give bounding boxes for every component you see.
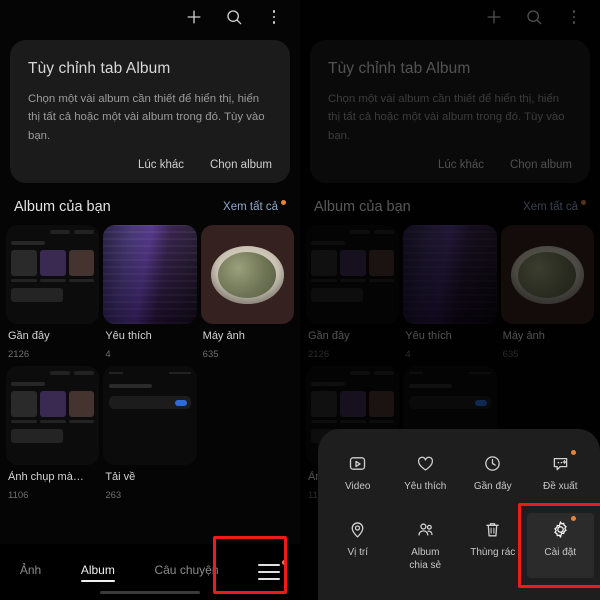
album-name: Gần đây (8, 330, 50, 343)
menu-item-gear[interactable]: Cài đặt (526, 513, 594, 578)
top-action-bar (0, 0, 300, 34)
choose-album-button[interactable]: Chọn album (210, 159, 272, 171)
menu-item-suggest[interactable]: Đề xuất (527, 447, 595, 500)
album-count: 4 (105, 349, 111, 361)
hamburger-menu-icon[interactable] (258, 560, 288, 580)
tab-albums[interactable]: Album (80, 563, 115, 582)
menu-item-heart[interactable]: Yêu thích (392, 447, 460, 500)
album-card[interactable]: Gần đây 2126 (6, 225, 100, 361)
album-name: Yêu thích (105, 330, 152, 343)
tip-card-actions: Lúc khác Chọn album (28, 159, 272, 171)
album-thumbnail (103, 225, 197, 325)
trash-icon (482, 519, 503, 540)
suggest-icon (550, 449, 576, 474)
later-button[interactable]: Lúc khác (138, 159, 184, 171)
menu-item-badge-dot (570, 449, 576, 455)
screenshot-root: Tùy chỉnh tab Album Chọn một vài album c… (0, 0, 600, 600)
album-count: 1106 (8, 490, 29, 502)
album-card[interactable]: Yêu thích 4 (103, 225, 197, 361)
menu-item-label: Yêu thích (404, 480, 447, 492)
album-thumbnail (200, 225, 294, 325)
heart-icon (415, 453, 436, 474)
plus-icon[interactable] (184, 7, 204, 27)
menu-item-label: Thùng rác (470, 547, 516, 558)
home-indicator (100, 591, 200, 594)
menu-item-label: Cài đặt (544, 547, 577, 558)
album-card[interactable]: Ảnh chụp mà… 1106 (6, 366, 100, 502)
tip-card-body: Chọn một vài album cần thiết để hiển thị… (28, 93, 265, 142)
location-icon (347, 519, 368, 540)
video-icon (347, 453, 368, 474)
overflow-menu-icon[interactable] (264, 10, 284, 24)
album-count: 2126 (8, 349, 30, 361)
gear-icon (550, 516, 576, 540)
album-card[interactable]: Máy ảnh 635 (200, 225, 294, 361)
menu-item-clock[interactable]: Gần đây (459, 447, 527, 500)
album-name: Máy ảnh (202, 330, 245, 343)
bottom-tab-bar: Ảnh Album Câu chuyện (0, 544, 300, 600)
menu-item-badge-dot (570, 516, 576, 521)
menu-badge-dot (282, 560, 288, 565)
menu-item-label: Video (345, 480, 371, 492)
menu-item-grid: Video Yêu thích Gần đây Đề xuất Vị trí Album c… (324, 447, 595, 578)
album-count: 635 (202, 349, 219, 361)
album-thumbnail (6, 366, 100, 466)
menu-item-label: Album chia sẻ (409, 547, 442, 571)
menu-item-people[interactable]: Album chia sẻ (392, 513, 460, 578)
album-count: 263 (105, 490, 122, 502)
menu-item-label: Gần đây (473, 480, 512, 492)
album-card[interactable]: Tải về 263 (103, 366, 197, 502)
menu-item-video[interactable]: Video (324, 447, 392, 500)
menu-bottom-sheet: Video Yêu thích Gần đây Đề xuất Vị trí Album c… (318, 428, 600, 600)
people-icon (415, 519, 436, 540)
see-all-link[interactable]: Xem tất cả (223, 200, 286, 214)
album-thumbnail (103, 366, 197, 466)
panel-left-gallery-album-tab: Tùy chỉnh tab Album Chọn một vài album c… (0, 0, 300, 600)
menu-item-trash[interactable]: Thùng rác (459, 513, 527, 578)
section-title: Album của bạn (14, 199, 111, 216)
menu-item-label: Vị trí (347, 547, 369, 558)
menu-item-label: Đề xuất (543, 480, 578, 492)
tab-photos[interactable]: Ảnh (20, 563, 41, 582)
customize-album-tab-card: Tùy chỉnh tab Album Chọn một vài album c… (10, 40, 290, 184)
album-name: Tải về (105, 471, 136, 484)
clock-icon (482, 453, 503, 474)
menu-item-location[interactable]: Vị trí (324, 513, 392, 578)
tip-card-title: Tùy chỉnh tab Album (28, 60, 171, 77)
panel-right-menu-sheet-open: Tùy chỉnh tab Album Chọn một vài album c… (300, 0, 600, 600)
album-thumbnail (6, 225, 100, 325)
new-badge-dot (281, 200, 286, 206)
see-all-label: Xem tất cả (223, 201, 278, 214)
tab-stories[interactable]: Câu chuyện (154, 563, 218, 582)
album-grid: Gần đây 2126 Yêu thích 4 Máy ảnh 635 Ảnh chụp… (0, 225, 300, 501)
album-name: Ảnh chụp mà… (6, 471, 84, 483)
your-albums-section-header: Album của bạn Xem tất cả (0, 183, 300, 225)
search-icon[interactable] (224, 7, 244, 27)
